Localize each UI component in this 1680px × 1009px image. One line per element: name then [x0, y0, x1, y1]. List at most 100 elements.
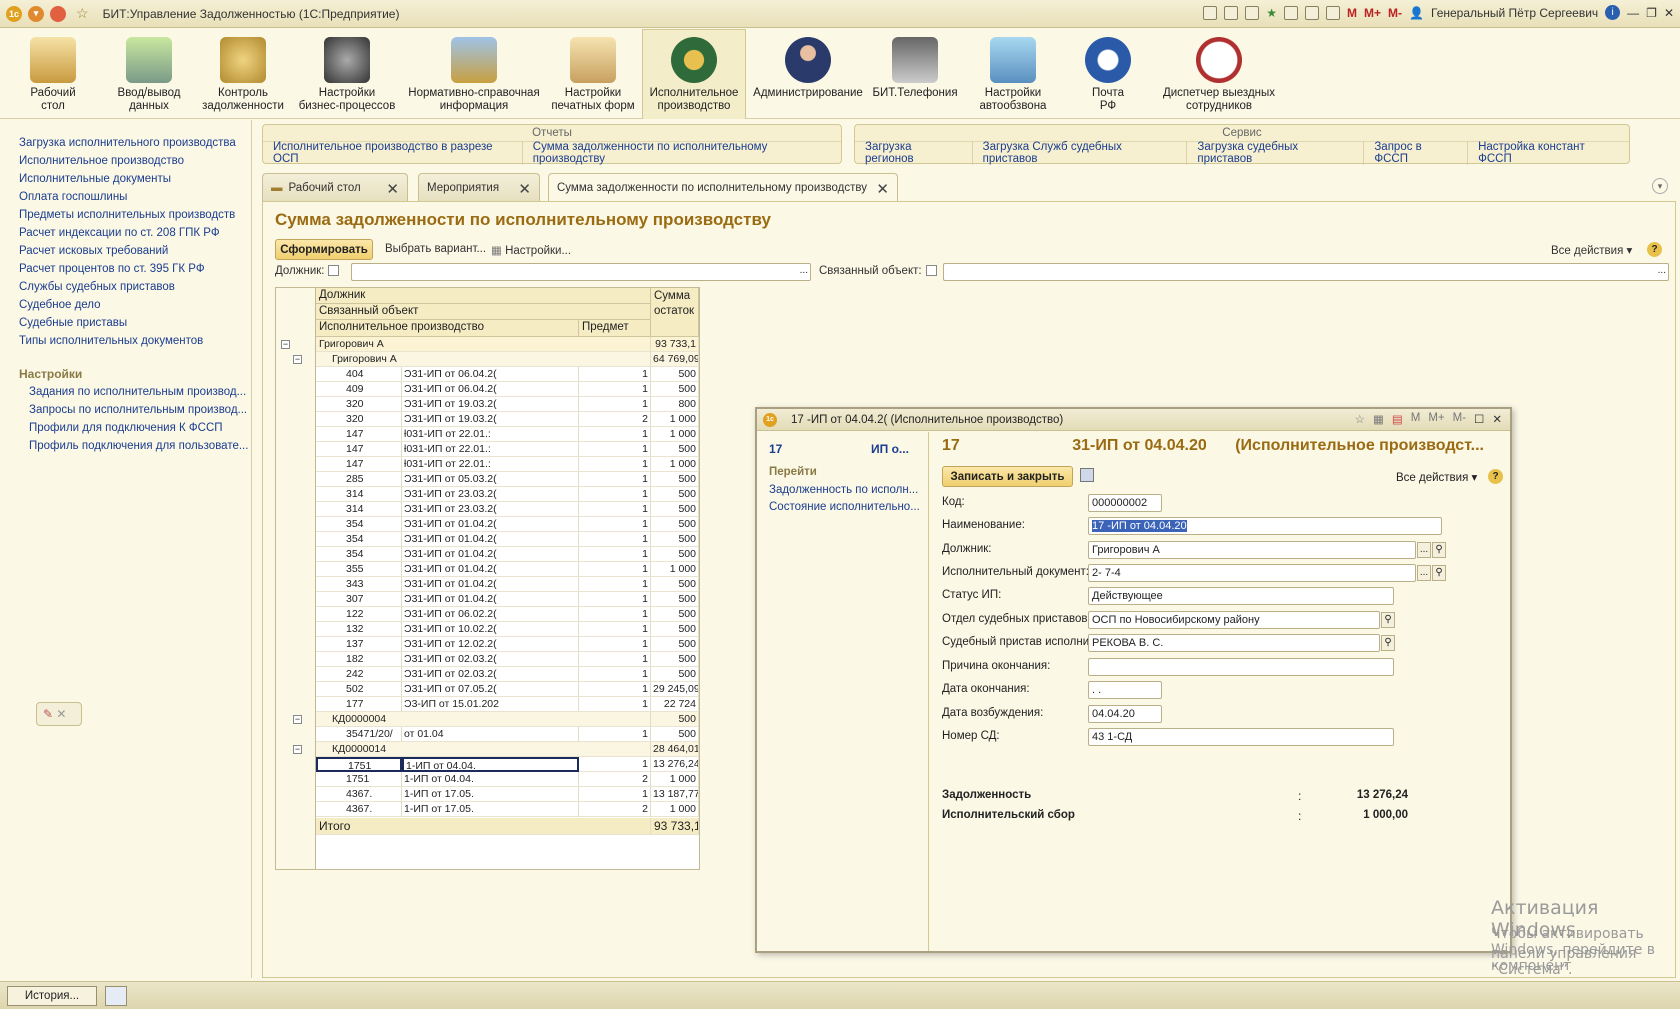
service-link[interactable]: Загрузка Служб судебных приставов [973, 141, 1188, 165]
calculator-icon[interactable] [1305, 5, 1320, 20]
settings-link[interactable]: Профиль подключения для пользовате... [29, 440, 248, 452]
report-link-debt-sum[interactable]: Сумма задолженности по исполнительному п… [523, 141, 841, 165]
memory-plus-button[interactable]: M+ [1364, 6, 1381, 20]
field-input[interactable]: 17 -ИП от 04.04.20 [1088, 517, 1442, 535]
print-icon[interactable] [1224, 5, 1239, 20]
section-administration[interactable]: Администрирование [752, 37, 864, 100]
related-select-button[interactable]: ... [1658, 265, 1666, 276]
nav-link[interactable]: Оплата госпошлины [19, 191, 127, 203]
calendar-icon[interactable] [1326, 5, 1341, 20]
search-icon[interactable]: ⚲ [1432, 542, 1446, 558]
choose-variant-button[interactable]: Выбрать вариант... [385, 243, 486, 255]
preview-icon[interactable] [1245, 5, 1260, 20]
nav-link[interactable]: Расчет индексации по ст. 208 ГПК РФ [19, 227, 220, 239]
collapse-toggle-icon[interactable]: − [281, 340, 290, 349]
field-input[interactable]: 04.04.20 [1088, 705, 1162, 723]
dialog-nav-number[interactable]: 17 [769, 442, 782, 456]
nav-link[interactable]: Типы исполнительных документов [19, 335, 203, 347]
generate-button[interactable]: Сформировать [275, 239, 373, 260]
debtor-filter-input[interactable]: ... [351, 263, 811, 281]
info-icon[interactable]: i [1605, 5, 1621, 20]
dialog-m-button[interactable]: M [1411, 412, 1421, 426]
search-icon[interactable]: ⚲ [1381, 612, 1395, 628]
settings-link[interactable]: Запросы по исполнительным производ... [29, 404, 247, 416]
dialog-logo-icon[interactable]: 1c [763, 412, 777, 427]
memory-button[interactable]: M [1347, 6, 1357, 20]
menu-arrow-icon[interactable]: ▾ [28, 5, 44, 22]
tab-events[interactable]: Мероприятия ✕ [418, 173, 540, 201]
dialog-calculator-icon[interactable]: ▦ [1373, 412, 1384, 426]
service-link[interactable]: Запрос в ФССП [1364, 141, 1469, 165]
tab-desktop[interactable]: ▬ Рабочий стол ✕ [262, 173, 408, 201]
service-link[interactable]: Настройка констант ФССП [1468, 141, 1629, 165]
close-window-icon[interactable]: ✕ [1664, 6, 1674, 20]
save-disk-icon[interactable] [1080, 468, 1094, 482]
save-close-button[interactable]: Записать и закрыть [942, 466, 1073, 487]
debtor-checkbox[interactable] [328, 265, 340, 277]
debtor-select-button[interactable]: ... [800, 265, 808, 276]
app-logo-icon[interactable]: 1c [6, 5, 22, 22]
section-print-forms[interactable]: Настройки печатных форм [550, 37, 636, 113]
report-link-osp[interactable]: Исполнительное производство в разрезе ОС… [263, 141, 523, 165]
section-import-export[interactable]: Ввод/вывод данных [108, 37, 190, 113]
dialog-nav-ip[interactable]: ИП о... [871, 442, 909, 456]
section-telephony[interactable]: БИТ.Телефония [870, 37, 960, 100]
tab-debt-report[interactable]: Сумма задолженности по исполнительному п… [548, 173, 898, 202]
field-input[interactable]: Григорович А [1088, 541, 1416, 559]
dialog-favorite-icon[interactable]: ☆ [1355, 412, 1365, 426]
history-button[interactable]: История... [7, 986, 97, 1006]
field-input[interactable]: . . [1088, 681, 1162, 699]
panel-tool-widget[interactable]: ✎ ✕ [36, 702, 82, 726]
restore-icon[interactable]: ❐ [1646, 6, 1657, 20]
nav-link[interactable]: Расчет исковых требований [19, 245, 168, 257]
nav-link[interactable]: Исполнительное производство [19, 155, 184, 167]
field-input[interactable]: 43 1-СД [1088, 728, 1394, 746]
field-input[interactable]: 2- 7-4 [1088, 564, 1416, 582]
dialog-help-icon[interactable]: ? [1488, 469, 1503, 484]
service-link[interactable]: Загрузка судебных приставов [1187, 141, 1365, 165]
section-enforcement[interactable]: Исполнительное производство [642, 29, 746, 119]
report-settings-button[interactable]: ▦ Настройки... [491, 243, 571, 257]
favorites-icon[interactable]: ★ [1266, 6, 1277, 20]
close-circle-icon[interactable] [50, 5, 66, 22]
nav-link[interactable]: Судебные приставы [19, 317, 127, 329]
dialog-close-icon[interactable]: ✕ [1492, 412, 1502, 426]
collapse-toggle-icon[interactable]: − [293, 355, 302, 364]
nav-link[interactable]: Службы судебных приставов [19, 281, 175, 293]
settings-link[interactable]: Задания по исполнительным производ... [29, 386, 246, 398]
field-input[interactable] [1088, 658, 1394, 676]
section-debt-control[interactable]: Контроль задолженности [198, 37, 288, 113]
nav-link[interactable]: Загрузка исполнительного производства [19, 137, 236, 149]
nav-link[interactable]: Исполнительные документы [19, 173, 171, 185]
collapse-toggle-icon[interactable]: − [293, 715, 302, 724]
section-nsi[interactable]: Нормативно-справочная информация [408, 37, 540, 113]
related-checkbox[interactable] [925, 265, 937, 277]
windows-list-icon[interactable] [105, 986, 127, 1006]
user-name[interactable]: Генеральный Пётр Сергеевич [1431, 6, 1598, 20]
goto-link-state[interactable]: Состояние исполнительно... [769, 501, 920, 513]
dialog-mminus-button[interactable]: M- [1453, 412, 1466, 426]
history-icon[interactable] [1284, 5, 1299, 20]
memory-minus-button[interactable]: M- [1388, 6, 1402, 20]
close-tab-icon[interactable]: ✕ [386, 180, 399, 198]
section-bp-settings[interactable]: Настройки бизнес-процессов [298, 37, 396, 113]
close-tab-icon[interactable]: ✕ [876, 180, 889, 198]
search-icon[interactable]: ⚲ [1381, 635, 1395, 651]
minimize-icon[interactable]: — [1627, 6, 1639, 20]
save-icon[interactable] [1203, 5, 1218, 20]
section-desktop[interactable]: Рабочий стол [12, 37, 94, 113]
dialog-calendar-icon[interactable]: ▤ [1392, 412, 1403, 426]
nav-link[interactable]: Предметы исполнительных производств [19, 209, 235, 221]
nav-link[interactable]: Судебное дело [19, 299, 101, 311]
edit-icon[interactable]: ✎ [43, 707, 53, 721]
report-grid[interactable]: Должник Связанный объект Исполнительное … [275, 287, 700, 870]
close-tab-icon[interactable]: ✕ [518, 180, 531, 198]
section-dispatcher[interactable]: Диспетчер выездных сотрудников [1158, 37, 1280, 113]
field-input[interactable]: РЕКОВА В. С. [1088, 634, 1380, 652]
service-link[interactable]: Загрузка регионов [855, 141, 973, 165]
field-input[interactable]: 000000002 [1088, 494, 1162, 512]
settings-link[interactable]: Профили для подключения К ФССП [29, 422, 223, 434]
favorite-star-icon[interactable]: ☆ [76, 5, 89, 22]
field-input[interactable]: Действующее [1088, 587, 1394, 605]
help-icon[interactable]: ? [1647, 242, 1662, 257]
